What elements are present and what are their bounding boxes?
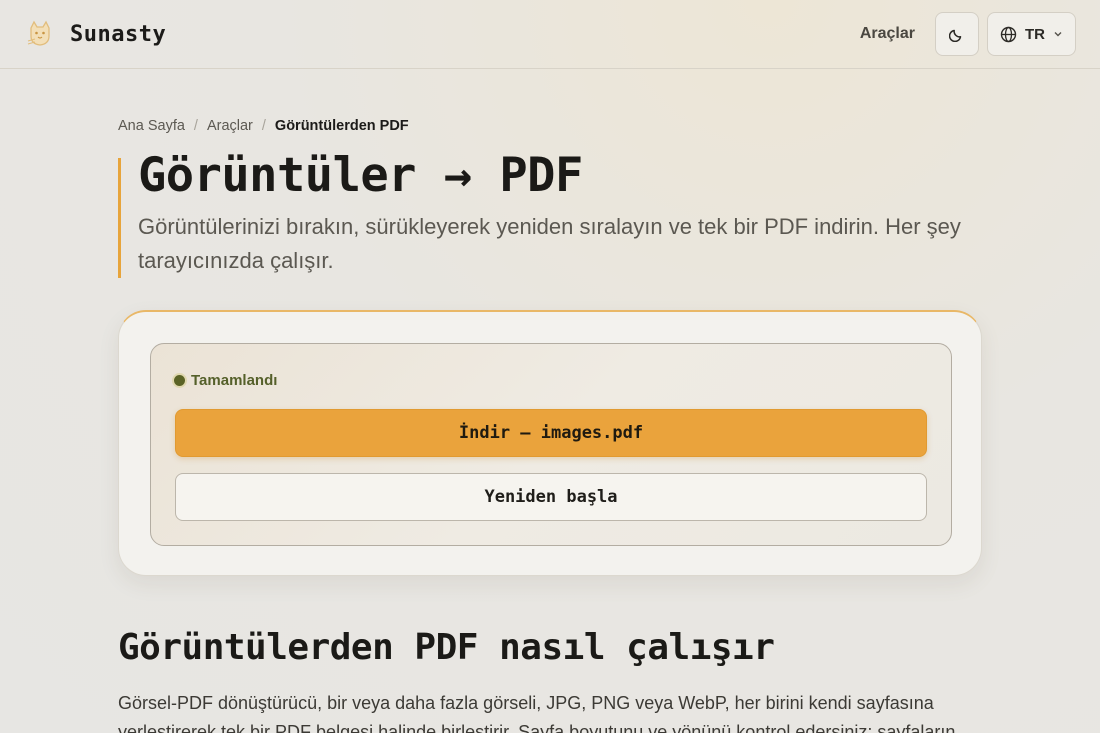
restart-button[interactable]: Yeniden başla (175, 473, 927, 521)
moon-icon (949, 29, 962, 42)
theme-toggle-button[interactable] (935, 12, 979, 56)
language-selector[interactable]: TR (987, 12, 1076, 56)
brand-name[interactable]: Sunasty (70, 22, 166, 47)
status-label: Tamamlandı (191, 372, 278, 389)
logo-cat-icon[interactable] (24, 18, 56, 50)
language-code: TR (1025, 25, 1045, 43)
page-title: Görüntüler → PDF (138, 148, 583, 203)
hero: Görüntüler → PDF Görüntülerinizi bırakın… (118, 148, 982, 278)
chevron-down-icon (1054, 32, 1062, 37)
tool-card: Tamamlandı İndir — images.pdf Yeniden ba… (118, 310, 982, 576)
breadcrumb-separator: / (193, 118, 198, 134)
status-dot-icon (174, 375, 185, 386)
nav-link-tools[interactable]: Araçlar (860, 25, 915, 43)
breadcrumb-current: Görüntülerden PDF (274, 118, 409, 134)
how-it-works-heading: Görüntülerden PDF nasıl çalışır (118, 627, 775, 668)
breadcrumb-separator: / (261, 118, 266, 134)
globe-icon (1000, 26, 1017, 42)
top-header: Sunasty Araçlar TR (0, 0, 1100, 69)
how-it-works-text: Görsel-PDF dönüştürücü, bir veya daha fa… (118, 693, 956, 733)
page-subtitle: Görüntülerinizi bırakın, sürükleyerek ye… (138, 214, 961, 273)
breadcrumb-tools[interactable]: Araçlar (207, 118, 253, 134)
download-button[interactable]: İndir — images.pdf (175, 409, 927, 457)
result-panel: Tamamlandı İndir — images.pdf Yeniden ba… (150, 343, 952, 546)
breadcrumb: Ana Sayfa / Araçlar / Görüntülerden PDF (118, 118, 409, 134)
status-badge: Tamamlandı (174, 372, 277, 389)
breadcrumb-home[interactable]: Ana Sayfa (118, 118, 185, 134)
